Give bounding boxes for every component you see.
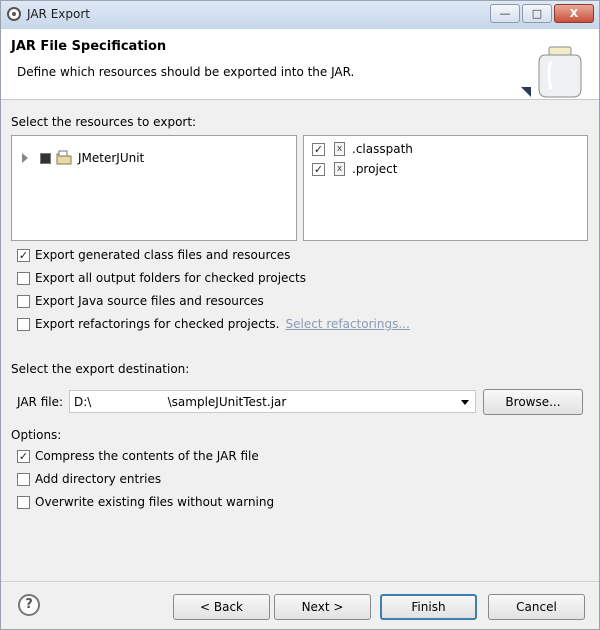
destination-label: Select the export destination: xyxy=(11,362,190,376)
option-label: Export Java source files and resources xyxy=(35,294,264,308)
page-description: Define which resources should be exporte… xyxy=(17,65,355,79)
maximize-icon: □ xyxy=(531,7,543,20)
export-output-folders-checkbox[interactable] xyxy=(17,272,30,285)
back-button[interactable]: < Back xyxy=(173,594,270,620)
select-refactorings-link[interactable]: Select refactorings... xyxy=(285,317,409,331)
options-label: Options: xyxy=(11,428,62,442)
jar-file-label: JAR file: xyxy=(17,395,64,409)
browse-button[interactable]: Browse... xyxy=(483,389,583,415)
file-label: .project xyxy=(352,162,398,176)
finish-button[interactable]: Finish xyxy=(380,594,477,620)
option-label: Export all output folders for checked pr… xyxy=(35,271,306,285)
tree-checkbox-partial[interactable] xyxy=(40,153,51,164)
option-label: Export generated class files and resourc… xyxy=(35,248,291,262)
compress-checkbox[interactable]: ✓ xyxy=(17,450,30,463)
export-source-files-checkbox[interactable] xyxy=(17,295,30,308)
jar-file-value: D:\ \sampleJUnitTest.jar xyxy=(74,395,287,409)
add-directory-entries-checkbox[interactable] xyxy=(17,473,30,486)
option-label: Compress the contents of the JAR file xyxy=(35,449,259,463)
file-label: .classpath xyxy=(352,142,413,156)
footer-separator xyxy=(1,581,599,582)
option-label-text: Export refactorings for checked projects… xyxy=(35,317,280,331)
option-label: Export refactorings for checked projects… xyxy=(35,317,410,331)
overwrite-checkbox[interactable] xyxy=(17,496,30,509)
jar-icon xyxy=(521,46,582,98)
dropdown-arrow-icon[interactable] xyxy=(461,400,469,405)
resources-label: Select the resources to export: xyxy=(11,115,197,129)
eclipse-icon xyxy=(7,7,21,21)
page-title: JAR File Specification xyxy=(11,39,167,54)
wizard-header: JAR File Specification Define which reso… xyxy=(1,29,599,100)
tree-item-label: JMeterJUnit xyxy=(78,151,145,165)
file-checkbox[interactable]: ✓ xyxy=(312,143,325,156)
option-label: Add directory entries xyxy=(35,472,162,486)
minimize-button[interactable]: — xyxy=(490,4,520,23)
resource-file-list[interactable]: ✓ x .classpath ✓ x .project xyxy=(303,135,588,241)
project-folder-icon xyxy=(56,150,72,165)
file-checkbox[interactable]: ✓ xyxy=(312,163,325,176)
cancel-button[interactable]: Cancel xyxy=(488,594,585,620)
maximize-button[interactable]: □ xyxy=(522,4,552,23)
expand-arrow-icon[interactable] xyxy=(22,153,28,163)
option-label: Overwrite existing files without warning xyxy=(35,495,275,509)
close-icon: X xyxy=(569,7,579,20)
minimize-icon: — xyxy=(499,7,511,20)
help-icon[interactable]: ? xyxy=(18,594,40,616)
resource-tree[interactable]: JMeterJUnit xyxy=(11,135,297,241)
xml-file-icon: x xyxy=(334,142,345,156)
jar-file-combobox[interactable]: D:\ \sampleJUnitTest.jar xyxy=(69,390,476,413)
title-bar: JAR Export — □ X xyxy=(1,1,599,30)
export-refactorings-checkbox[interactable] xyxy=(17,318,30,331)
jar-export-dialog: JAR Export — □ X JAR File Specification … xyxy=(0,0,600,630)
export-class-files-checkbox[interactable]: ✓ xyxy=(17,249,30,262)
close-button[interactable]: X xyxy=(554,4,594,23)
xml-file-icon: x xyxy=(334,162,345,176)
next-button[interactable]: Next > xyxy=(274,594,371,620)
window-title: JAR Export xyxy=(27,7,90,21)
